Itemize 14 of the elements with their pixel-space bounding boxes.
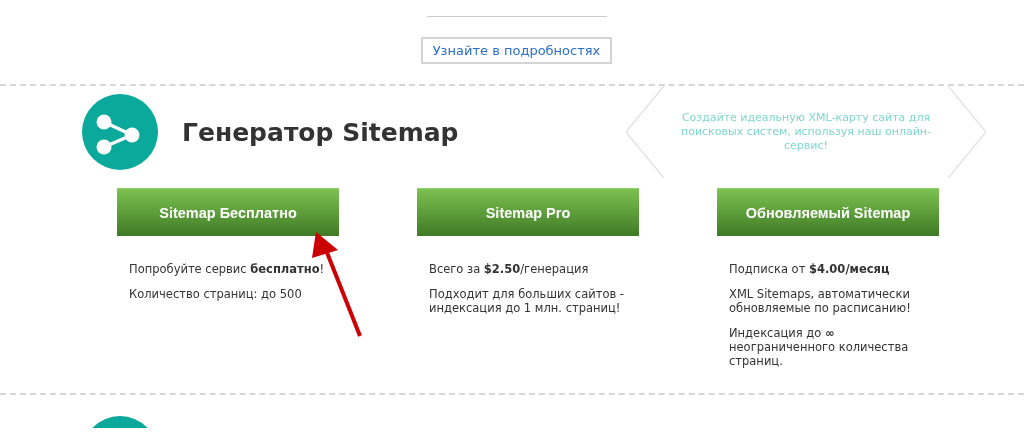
plan-button[interactable]: Sitemap Бесплатно — [117, 188, 339, 236]
tagline: Создайте идеальную XML-карту сайта для поисковых систем, используя наш онлайн-сервис! — [681, 111, 931, 153]
plan-description: Попробуйте сервис бесплатно! — [129, 262, 326, 276]
section-title: Генератор Sitemap — [182, 117, 460, 147]
plan-description: XML Sitemaps, автоматически обновляемые по расписанию! — [729, 287, 912, 315]
plan-description: Количество страниц: до 500 — [129, 287, 303, 301]
plan-button[interactable]: Обновляемый Sitemap — [717, 188, 939, 236]
plan-description: Всего за $2.50/генерация — [429, 262, 590, 276]
learn-more-button[interactable]: Узнайте в подробностях — [420, 37, 613, 64]
share-icon — [82, 94, 158, 170]
plan-description: Подходит для больших сайтов - индексация до 1 млн. страниц! — [429, 287, 625, 315]
plan-description: Подписка от $4.00/месяц — [729, 262, 891, 276]
plan-description: Индексация до ∞ неограниченного количества страниц. — [729, 326, 910, 368]
plan-button[interactable]: Sitemap Pro — [417, 188, 639, 236]
